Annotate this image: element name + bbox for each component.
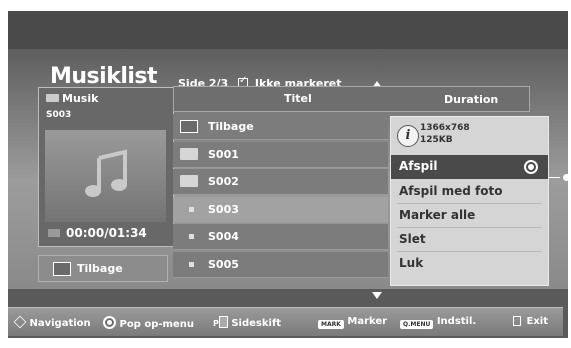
ok-button-icon [103,316,116,329]
guide-navigation-label: Navigation [29,318,91,329]
key-guide-bar: Navigation Pop op-menu P Sideskift MARK … [8,307,563,336]
folder-header: Musik [46,92,98,105]
table-header: Titel Duration [173,86,530,112]
list-item-label: S003 [208,202,239,216]
guide-settings: Q.MENU Indstil. [400,316,476,329]
album-art [45,130,166,222]
guide-mark: MARK Marker [318,316,387,329]
file-icon [189,206,194,212]
file-icon [189,234,194,240]
pointer-dot-icon [563,174,570,181]
guide-page-shift: P Sideskift [213,316,281,329]
page-key-icon: P [213,316,228,328]
column-title: Titel [284,92,312,105]
selected-track: S003 [46,110,72,120]
file-resolution: 1366x768 [420,123,470,133]
back-button-label: Tilbage [77,262,123,275]
file-size: 125KB [420,135,453,145]
list-item-selected[interactable]: S003 [173,196,388,223]
folder-icon [180,147,198,160]
list-item-label: S001 [208,147,239,161]
guide-page-label: Sideskift [231,318,282,329]
guide-popup-menu: Pop op-menu [103,316,194,330]
guide-popup-label: Pop op-menu [119,319,194,330]
file-list: Tilbage S001 S002 S003 S004 S005 [173,114,388,280]
list-item[interactable]: S001 [173,141,388,168]
music-note-icon [85,149,127,197]
pointer-leader-line [548,177,560,178]
menu-item-label: Luk [399,256,424,270]
top-bar [8,11,568,49]
navigation-arrows-icon [13,315,27,329]
mark-key-icon: MARK [318,320,344,329]
progress-icon [48,229,60,237]
guide-exit: Exit [513,316,548,327]
menu-item-play-with-photo[interactable]: Afspil med foto [391,180,548,204]
time-value: 00:00/01:34 [66,226,147,240]
menu-item-label: Afspil [399,159,438,173]
page-title: Musiklist [50,64,158,89]
list-item[interactable]: S004 [173,224,388,251]
column-duration: Duration [444,93,499,106]
now-playing-panel: Musik S003 00:00/01:34 [38,87,174,247]
list-item-label: S002 [208,175,239,189]
file-icon [189,261,194,267]
list-item[interactable]: S005 [173,251,388,278]
folder-icon [180,175,198,188]
list-item-label: S004 [208,230,239,244]
info-icon: i [397,125,419,147]
menu-item-mark-all[interactable]: Marker alle [391,204,548,228]
back-button[interactable]: Tilbage [38,255,168,282]
playback-time: 00:00/01:34 [48,226,147,240]
list-item[interactable]: Tilbage [173,114,388,140]
popup-menu: i 1366x768 125KB Afspil Afspil med foto … [390,116,549,286]
qmenu-key-icon: Q.MENU [400,320,434,329]
back-icon [180,120,198,133]
guide-exit-label: Exit [526,316,548,327]
back-icon [53,262,71,276]
exit-icon [513,316,521,326]
guide-navigation: Navigation [13,315,91,329]
list-item-label: Tilbage [208,120,254,133]
menu-item-delete[interactable]: Slet [391,228,548,252]
menu-item-close[interactable]: Luk [391,252,548,276]
menu-item-label: Marker alle [399,208,476,222]
list-item[interactable]: S002 [173,169,388,196]
folder-icon [46,94,59,102]
menu-item-label: Afspil med foto [399,184,503,198]
list-item-label: S005 [208,257,239,271]
guide-settings-label: Indstil. [436,316,477,327]
folder-name: Musik [62,92,99,105]
menu-item-play[interactable]: Afspil [391,155,548,179]
guide-mark-label: Marker [347,316,388,327]
radio-selected-icon [524,160,538,174]
menu-item-label: Slet [399,232,426,246]
scroll-down-arrow-icon[interactable] [372,292,382,299]
